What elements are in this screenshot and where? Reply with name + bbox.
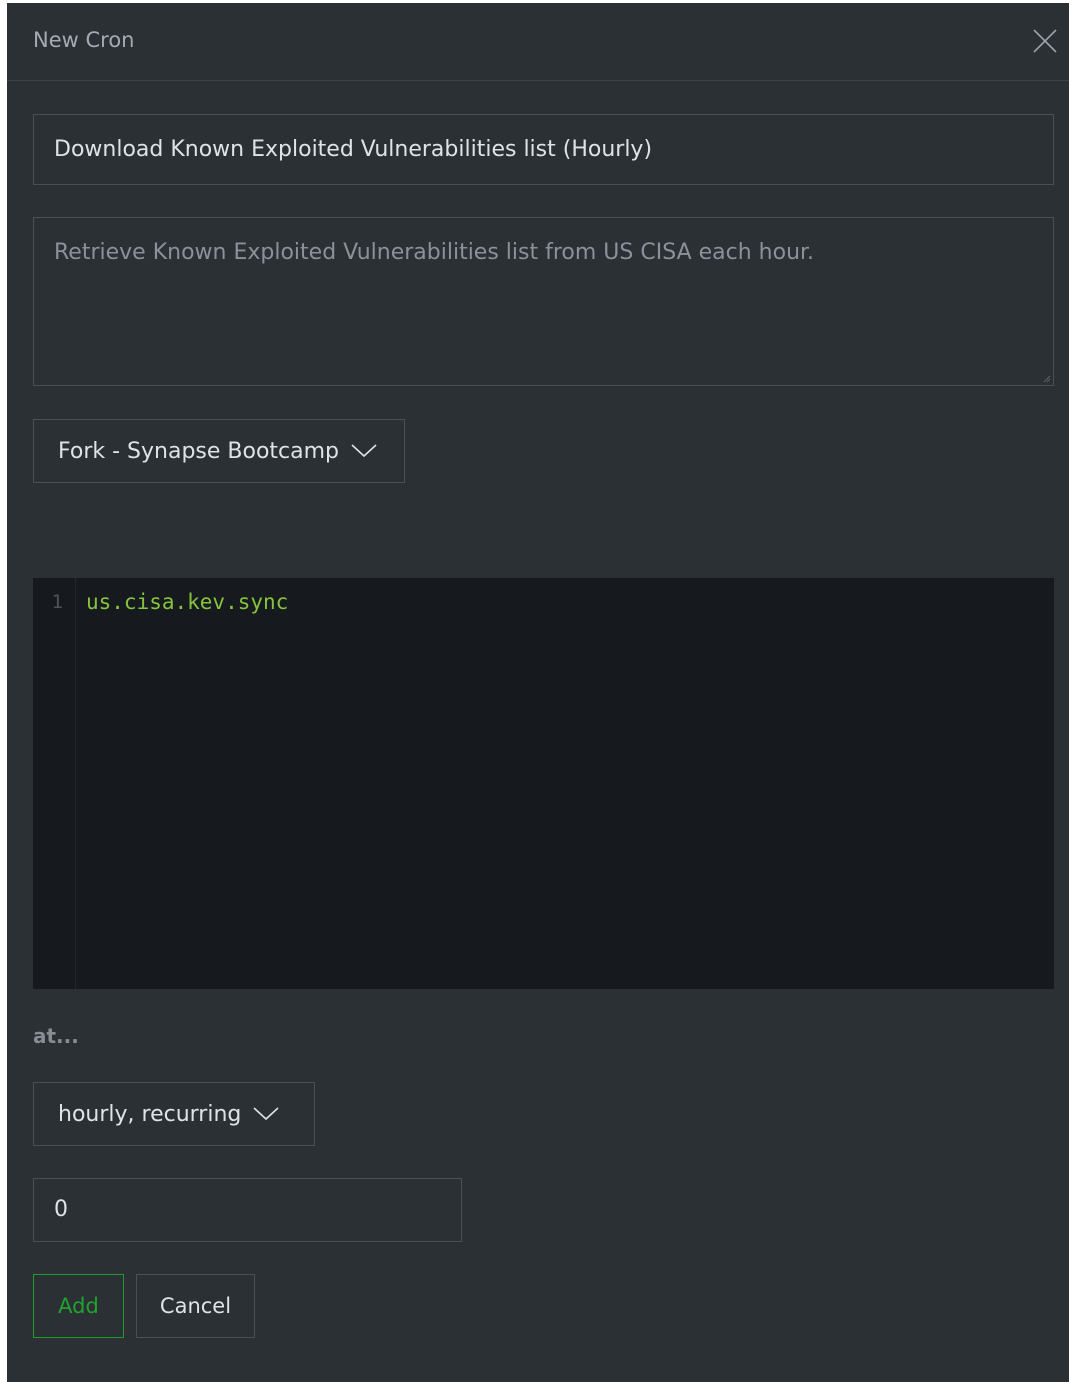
editor-gutter: 1	[33, 578, 76, 989]
line-number: 1	[51, 591, 63, 613]
chevron-down-icon	[351, 444, 377, 458]
resize-grip-icon[interactable]	[1043, 375, 1051, 383]
cron-description-textarea[interactable]: Retrieve Known Exploited Vulnerabilities…	[33, 217, 1054, 386]
cron-name-input[interactable]: Download Known Exploited Vulnerabilities…	[33, 114, 1054, 185]
cron-description-text: Retrieve Known Exploited Vulnerabilities…	[54, 240, 815, 265]
chevron-down-icon	[253, 1107, 279, 1121]
code-line[interactable]: us.cisa.kev.sync	[86, 589, 288, 615]
schedule-at-label: at...	[33, 1024, 79, 1048]
close-icon[interactable]	[1031, 27, 1059, 55]
storm-code-editor[interactable]: 1 us.cisa.kev.sync	[33, 578, 1054, 989]
dialog-header: New Cron	[7, 3, 1069, 81]
dialog-title: New Cron	[33, 28, 135, 52]
schedule-frequency-label: hourly, recurring	[58, 1101, 242, 1127]
schedule-frequency-select[interactable]: hourly, recurring	[33, 1082, 315, 1146]
cancel-button[interactable]: Cancel	[136, 1274, 255, 1338]
view-select-label: Fork - Synapse Bootcamp	[58, 438, 340, 464]
new-cron-dialog: New Cron Download Known Exploited Vulner…	[7, 3, 1069, 1382]
view-select[interactable]: Fork - Synapse Bootcamp	[33, 419, 405, 483]
minute-input[interactable]: 0	[33, 1178, 462, 1242]
add-button[interactable]: Add	[33, 1274, 124, 1338]
